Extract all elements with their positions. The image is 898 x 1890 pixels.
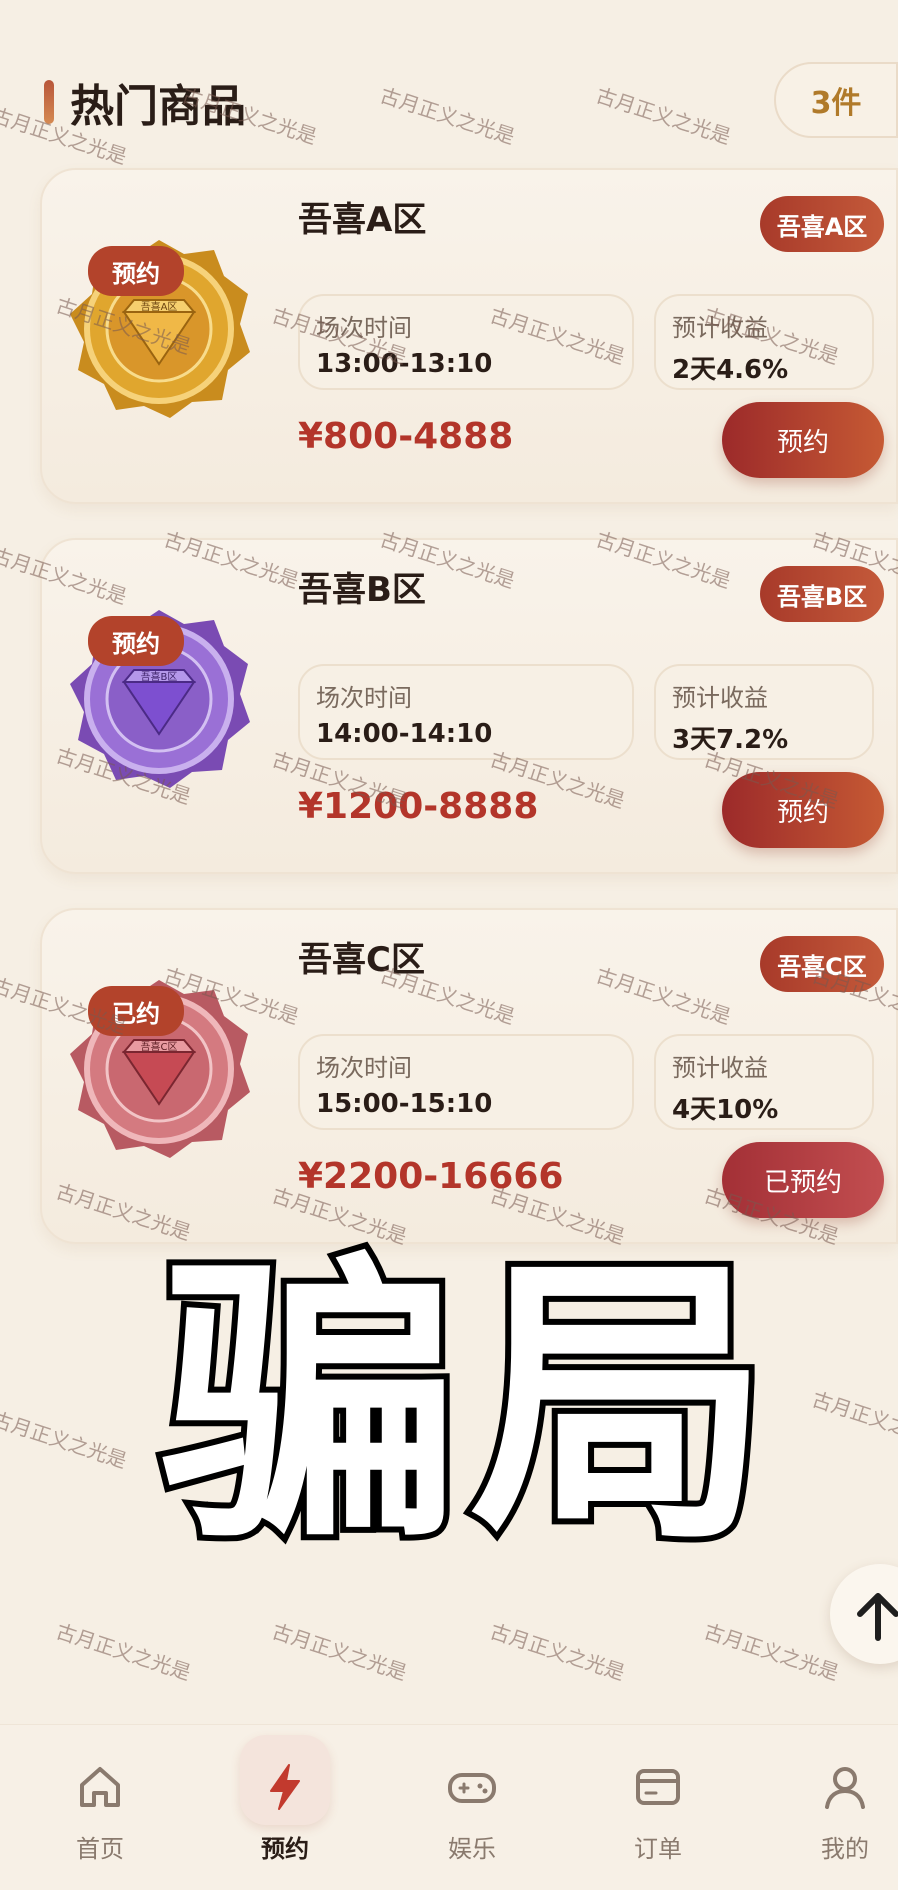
watermark: 古月正义之光是 [53, 1618, 194, 1685]
nav-profile-label: 我的 [821, 1835, 869, 1863]
reservable-tag: 预约 [88, 616, 184, 666]
product-name: 吾喜C区 [298, 940, 425, 980]
reserved-tag: 已约 [88, 986, 184, 1036]
nav-orders-label: 订单 [634, 1835, 682, 1863]
arrow-up-icon [857, 1593, 898, 1641]
session-time-value: 14:00-14:10 [316, 719, 493, 749]
watermark: 古月正义之光是 [269, 1618, 410, 1685]
nav-reserve[interactable]: 预约 [220, 1759, 350, 1869]
product-card[interactable]: 吾喜C区 已约 吾喜C区 吾喜C区 场次时间 15:00-15:10 预计收益 … [40, 908, 898, 1244]
nav-home-label: 首页 [76, 1835, 124, 1863]
title-accent-bar [44, 80, 54, 124]
nav-home[interactable]: 首页 [35, 1759, 165, 1869]
zone-pill[interactable]: 吾喜C区 [760, 936, 884, 992]
page-title: 热门商品 [70, 81, 246, 132]
session-time-label: 场次时间 [316, 1054, 412, 1082]
price-range: ¥2200-16666 [298, 1156, 564, 1197]
svg-text:吾喜C区: 吾喜C区 [141, 1040, 178, 1053]
watermark: 古月正义之光是 [809, 1386, 898, 1453]
nav-orders[interactable]: 订单 [593, 1759, 723, 1869]
scam-caption: 骗局 [154, 1224, 780, 1585]
product-card[interactable]: 吾喜A区 预约 吾喜A区 吾喜A区 场次时间 13:00-13:10 预计收益 … [40, 168, 898, 504]
expected-yield-label: 预计收益 [672, 314, 768, 342]
nav-reserve-label: 预约 [261, 1835, 309, 1863]
section-header: 热门商品 3件 [40, 62, 898, 138]
nav-entertainment-label: 娱乐 [448, 1835, 496, 1863]
svg-text:吾喜A区: 吾喜A区 [141, 300, 178, 313]
reserved-button[interactable]: 已预约 [722, 1142, 884, 1218]
expected-yield-box: 预计收益 2天4.6% [654, 294, 874, 390]
expected-yield-value: 3天7.2% [672, 725, 789, 755]
product-name: 吾喜A区 [298, 200, 427, 240]
session-time-label: 场次时间 [316, 314, 412, 342]
product-name: 吾喜B区 [298, 570, 426, 610]
product-card[interactable]: 吾喜B区 预约 吾喜B区 吾喜B区 场次时间 14:00-14:10 预计收益 … [40, 538, 898, 874]
svg-text:吾喜B区: 吾喜B区 [141, 670, 178, 683]
nav-profile[interactable]: 我的 [780, 1759, 898, 1869]
expected-yield-label: 预计收益 [672, 684, 768, 712]
expected-yield-value: 2天4.6% [672, 355, 789, 385]
gamepad-icon [448, 1773, 496, 1803]
user-icon [825, 1767, 865, 1809]
expected-yield-value: 4天10% [672, 1095, 779, 1125]
lightning-icon [270, 1764, 300, 1810]
watermark: 古月正义之光是 [701, 1618, 842, 1685]
expected-yield-label: 预计收益 [672, 1054, 768, 1082]
item-count-badge[interactable]: 3件 [774, 62, 898, 138]
session-time-box: 场次时间 13:00-13:10 [298, 294, 634, 390]
watermark: 古月正义之光是 [487, 1618, 628, 1685]
session-time-label: 场次时间 [316, 684, 412, 712]
reserve-button[interactable]: 预约 [722, 772, 884, 848]
expected-yield-box: 预计收益 4天10% [654, 1034, 874, 1130]
watermark: 古月正义之光是 [0, 1406, 130, 1473]
reserve-button[interactable]: 预约 [722, 402, 884, 478]
expected-yield-box: 预计收益 3天7.2% [654, 664, 874, 760]
home-icon [80, 1767, 120, 1807]
price-range: ¥800-4888 [298, 416, 514, 457]
bottom-nav: 首页 预约 娱乐 订单 我的 [0, 1724, 898, 1890]
session-time-box: 场次时间 14:00-14:10 [298, 664, 634, 760]
session-time-value: 15:00-15:10 [316, 1089, 493, 1119]
nav-entertainment[interactable]: 娱乐 [407, 1759, 537, 1869]
session-time-box: 场次时间 15:00-15:10 [298, 1034, 634, 1130]
scroll-top-button[interactable] [830, 1564, 898, 1664]
session-time-value: 13:00-13:10 [316, 349, 493, 379]
price-range: ¥1200-8888 [298, 786, 539, 827]
reservable-tag: 预约 [88, 246, 184, 296]
wallet-icon [636, 1769, 680, 1805]
zone-pill[interactable]: 吾喜B区 [760, 566, 884, 622]
zone-pill[interactable]: 吾喜A区 [760, 196, 884, 252]
